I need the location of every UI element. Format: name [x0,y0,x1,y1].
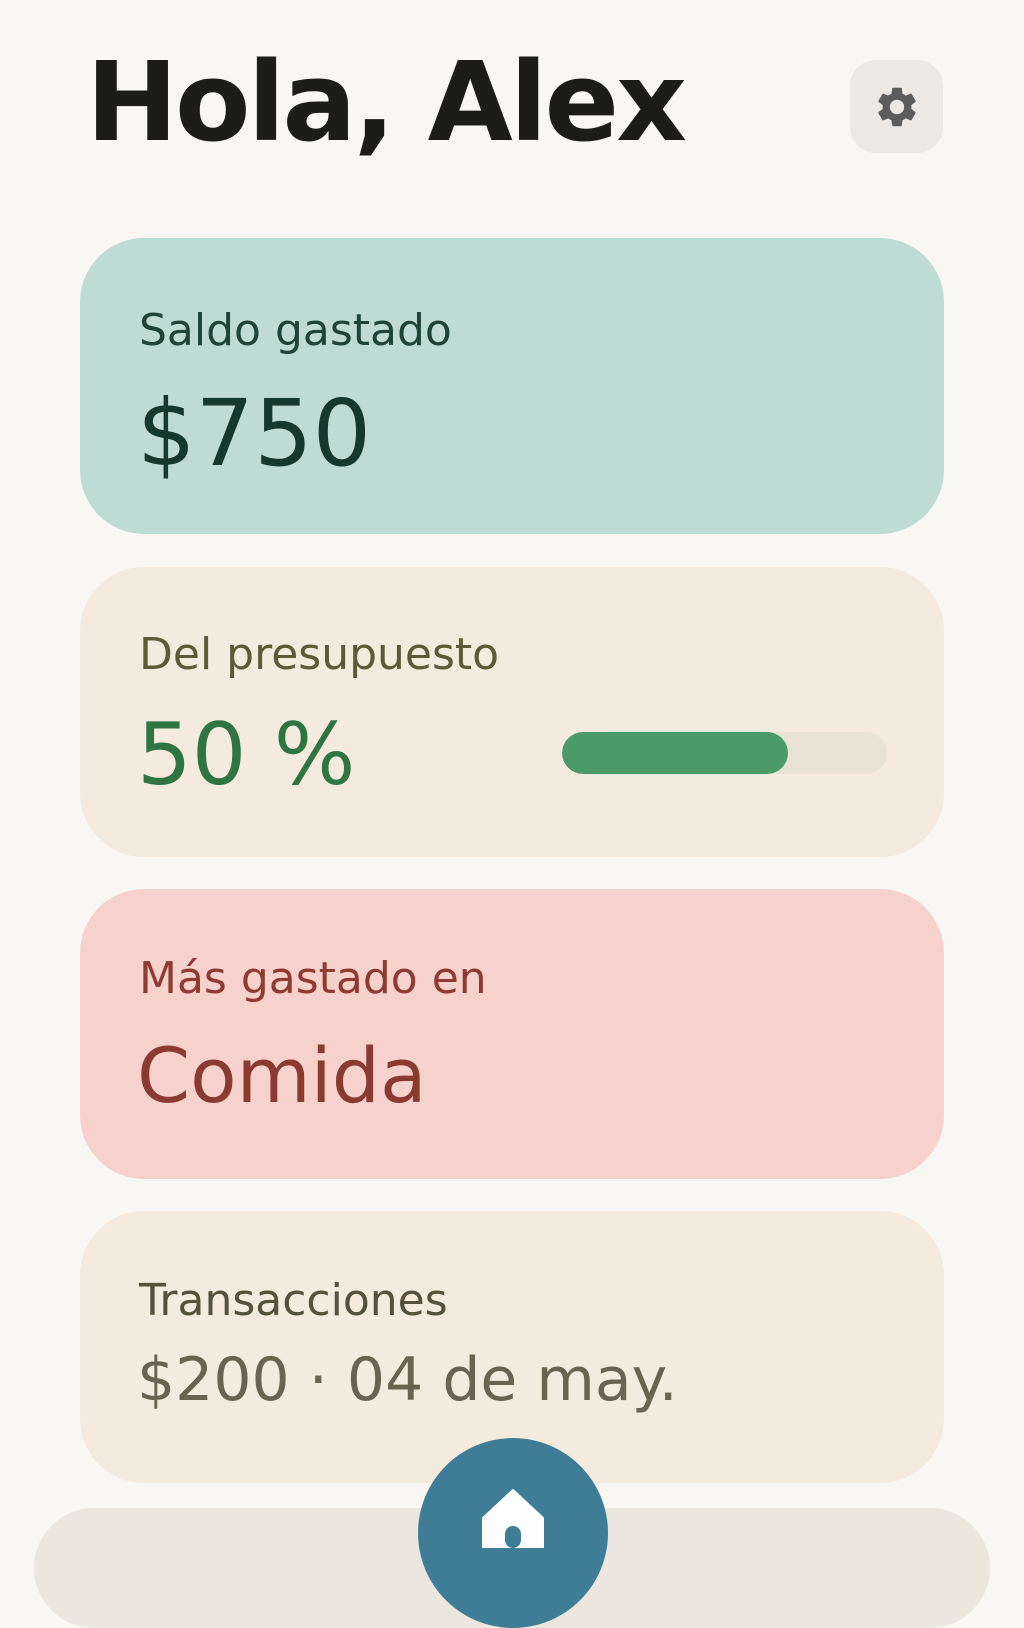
transactions-label: Transacciones [139,1275,448,1326]
top-category-card[interactable]: Más gastado en Comida [80,889,944,1179]
last-transaction: $200 · 04 de may. [137,1345,678,1415]
settings-button[interactable] [850,60,943,153]
budget-percent: 50 % [137,705,356,805]
balance-label: Saldo gastado [139,305,452,356]
top-category-value: Comida [137,1031,427,1120]
home-icon [482,1489,544,1548]
top-category-label: Más gastado en [139,953,487,1004]
balance-card[interactable]: Saldo gastado $750 [80,238,944,534]
budget-progress-bar [562,732,887,774]
home-button[interactable] [418,1438,608,1628]
gear-icon [877,87,916,126]
balance-value: $750 [137,380,372,487]
budget-progress-fill [562,732,788,774]
page-title: Hola, Alex [86,38,687,166]
budget-label: Del presupuesto [139,629,500,680]
budget-card[interactable]: Del presupuesto 50 % [80,567,944,857]
